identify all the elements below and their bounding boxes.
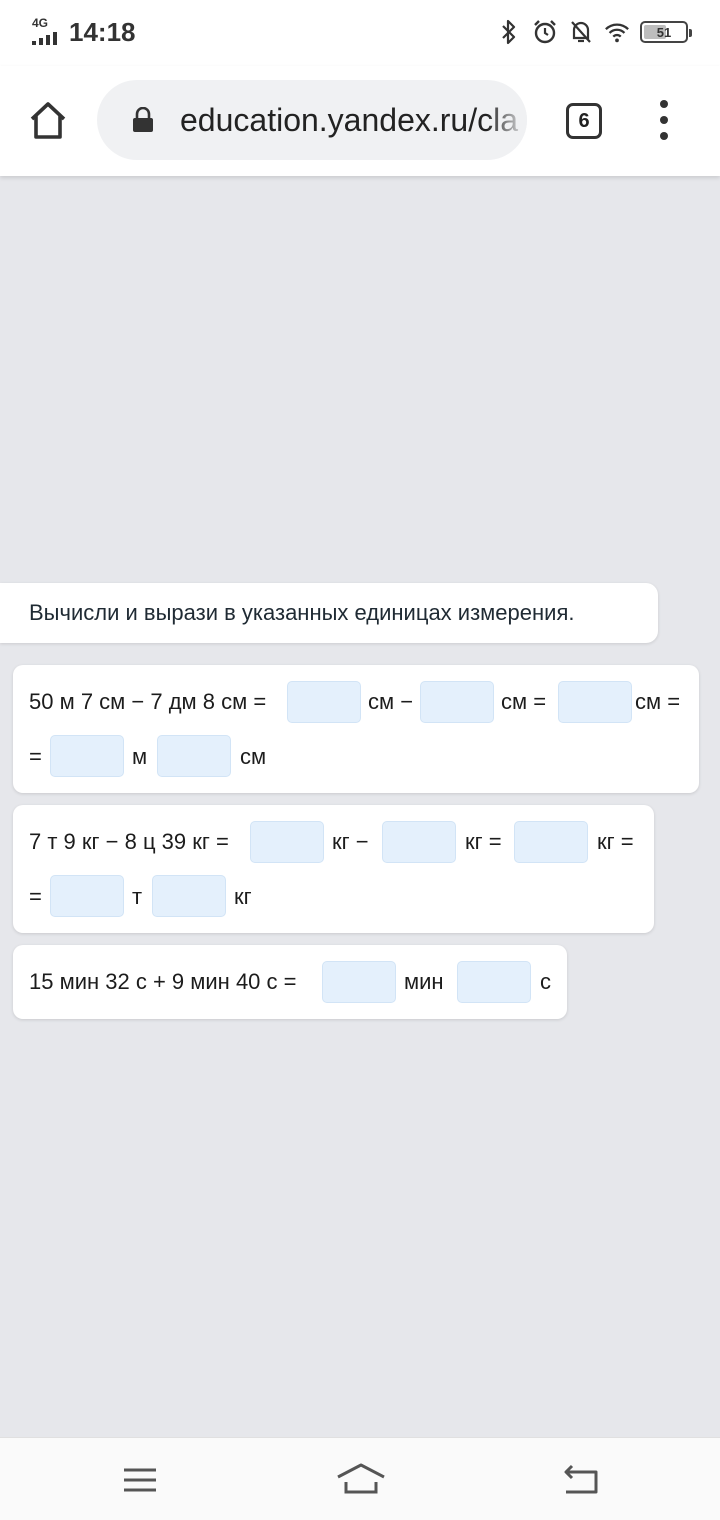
unit-label: кг = bbox=[597, 829, 634, 854]
more-menu-button[interactable] bbox=[652, 100, 676, 140]
alarm-icon bbox=[532, 18, 558, 46]
answer-field[interactable] bbox=[152, 875, 226, 917]
unit-label: кг bbox=[234, 884, 252, 909]
unit-label: м bbox=[132, 744, 148, 769]
length-problem-card: 50 м 7 см − 7 дм 8 см = см − см = см = =… bbox=[13, 665, 699, 793]
answer-field[interactable] bbox=[558, 681, 632, 723]
unit-label: с bbox=[540, 969, 551, 994]
system-home-button[interactable] bbox=[336, 1460, 386, 1500]
unit-label: см − bbox=[368, 689, 414, 714]
unit-label: мин bbox=[404, 969, 444, 994]
unit-label: см = bbox=[635, 689, 681, 714]
time-problem-card: 15 мин 32 с + 9 мин 40 с = мин с bbox=[13, 945, 567, 1019]
answer-field[interactable] bbox=[250, 821, 324, 863]
mass-problem-card: 7 т 9 кг − 8 ц 39 кг = кг − кг = кг = = … bbox=[13, 805, 654, 933]
system-navigation-bar bbox=[0, 1437, 720, 1520]
answer-field[interactable] bbox=[287, 681, 361, 723]
answer-field[interactable] bbox=[420, 681, 494, 723]
equals-sign: = bbox=[29, 744, 42, 769]
unit-label: см bbox=[240, 744, 267, 769]
task-instruction: Вычисли и вырази в указанных единицах из… bbox=[0, 583, 658, 643]
menu-icon bbox=[124, 1468, 156, 1492]
answer-field[interactable] bbox=[457, 961, 531, 1003]
battery-icon: 51 bbox=[640, 21, 692, 43]
answer-field[interactable] bbox=[514, 821, 588, 863]
url-text: education.yandex.ru/cla bbox=[180, 102, 518, 138]
back-icon bbox=[564, 1464, 598, 1494]
unit-label: кг = bbox=[465, 829, 502, 854]
back-button[interactable] bbox=[558, 1460, 602, 1500]
address-bar[interactable]: education.yandex.ru/cla bbox=[97, 80, 527, 160]
status-bar: 4G 14:18 51 bbox=[0, 0, 720, 66]
home-icon bbox=[30, 102, 66, 139]
wifi-icon bbox=[604, 18, 630, 46]
tabs-button[interactable]: 6 bbox=[566, 103, 602, 139]
lock-icon bbox=[133, 107, 153, 132]
status-time: 14:18 bbox=[69, 17, 136, 47]
recent-apps-button[interactable] bbox=[118, 1460, 162, 1500]
answer-field[interactable] bbox=[382, 821, 456, 863]
battery-level: 51 bbox=[656, 24, 672, 40]
network-type: 4G bbox=[32, 16, 49, 30]
notifications-off-icon bbox=[568, 18, 594, 46]
mass-expression: 7 т 9 кг − 8 ц 39 кг = bbox=[29, 829, 229, 854]
answer-field[interactable] bbox=[157, 735, 231, 777]
unit-label: т bbox=[132, 884, 143, 909]
home-button[interactable] bbox=[26, 99, 70, 143]
tab-count: 6 bbox=[578, 109, 590, 132]
length-expression: 50 м 7 см − 7 дм 8 см = bbox=[29, 689, 267, 714]
home-outline-icon bbox=[337, 1463, 385, 1494]
browser-toolbar: education.yandex.ru/cla 6 bbox=[0, 66, 720, 176]
unit-label: см = bbox=[501, 689, 547, 714]
answer-field[interactable] bbox=[322, 961, 396, 1003]
bluetooth-icon bbox=[496, 18, 522, 46]
instruction-text: Вычисли и вырази в указанных единицах из… bbox=[29, 600, 575, 625]
answer-field[interactable] bbox=[50, 735, 124, 777]
unit-label: кг − bbox=[332, 829, 369, 854]
equals-sign: = bbox=[29, 884, 42, 909]
time-expression: 15 мин 32 с + 9 мин 40 с = bbox=[29, 969, 297, 994]
cellular-signal-icon: 4G bbox=[30, 16, 62, 46]
answer-field[interactable] bbox=[50, 875, 124, 917]
